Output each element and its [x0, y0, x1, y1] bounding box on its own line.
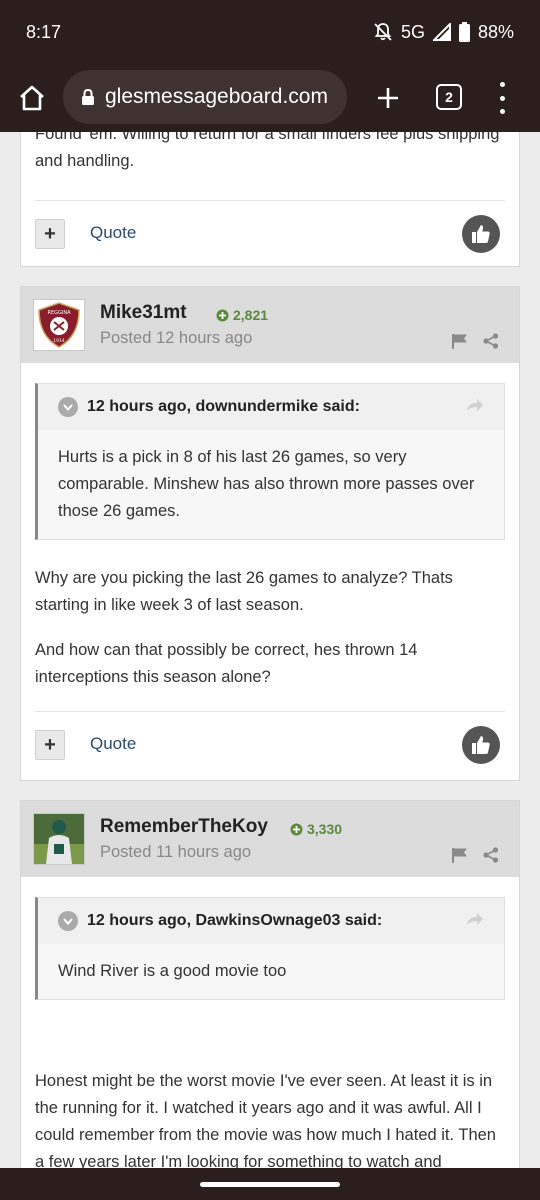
reputation-badge: 3,330	[290, 821, 342, 837]
reputation-count: 3,330	[307, 821, 343, 837]
flag-icon[interactable]	[451, 333, 469, 354]
multiquote-button[interactable]: +	[35, 730, 65, 760]
thumbs-up-icon	[472, 736, 490, 754]
plus-circle-icon	[216, 309, 229, 321]
gesture-handle[interactable]	[200, 1182, 340, 1187]
share-icon[interactable]	[483, 333, 499, 354]
thumbs-up-icon	[472, 225, 490, 243]
post-card: REGGINA 1914 Mike31mt 2,821 Posted 12 ho…	[20, 286, 520, 781]
new-tab-button[interactable]	[368, 78, 408, 118]
avatar-club-text: REGGINA	[47, 310, 71, 316]
menu-dot	[499, 82, 505, 87]
battery-level: 88%	[477, 21, 514, 42]
go-to-quote-icon[interactable]	[466, 912, 484, 931]
quote-link[interactable]: Quote	[90, 223, 136, 243]
menu-dot	[499, 109, 505, 114]
address-bar[interactable]: glesmessageboard.com	[63, 70, 347, 124]
post-timestamp[interactable]: Posted 11 hours ago	[100, 843, 251, 862]
status-bar: 8:17 5G 88%	[0, 0, 540, 64]
author-name[interactable]: RememberTheKoy	[100, 816, 268, 838]
notifications-off-icon	[374, 23, 392, 41]
quote-link[interactable]: Quote	[90, 734, 136, 754]
url-text: glesmessageboard.com	[105, 85, 328, 108]
reputation-count: 2,821	[233, 307, 269, 323]
like-button[interactable]	[462, 726, 500, 764]
browser-toolbar: glesmessageboard.com 2	[0, 64, 540, 132]
system-nav-bar	[0, 1168, 540, 1200]
post-text: Found 'em. Willing to return for a small…	[35, 132, 500, 170]
post-card: Found 'em. Willing to return for a small…	[20, 132, 520, 267]
post-paragraph: Why are you picking the last 26 games to…	[35, 569, 453, 614]
post-paragraph: Honest might be the worst movie I've eve…	[35, 1072, 496, 1168]
battery-icon	[458, 22, 470, 42]
reputation-badge: 2,821	[216, 307, 268, 323]
status-icons: 5G 88%	[373, 22, 514, 43]
status-time: 8:17	[26, 21, 62, 42]
plus-icon	[378, 88, 398, 108]
post-author-bar: REGGINA 1914 Mike31mt 2,821 Posted 12 ho…	[21, 287, 519, 363]
post-author-bar: RememberTheKoy 3,330 Posted 11 hours ago	[21, 801, 519, 877]
signal-icon	[432, 23, 451, 41]
avatar[interactable]: REGGINA 1914	[33, 299, 85, 351]
avatar-year-text: 1914	[53, 338, 65, 344]
quote-header[interactable]: 12 hours ago, DawkinsOwnage03 said:	[38, 898, 504, 944]
quote-attribution: 12 hours ago, downundermike said:	[87, 398, 360, 415]
chevron-down-icon[interactable]	[58, 911, 78, 931]
plus-circle-icon	[290, 823, 303, 835]
go-to-quote-icon[interactable]	[466, 398, 484, 417]
flag-icon[interactable]	[451, 847, 469, 868]
post-footer: + Quote	[35, 200, 505, 269]
quote-attribution: 12 hours ago, DawkinsOwnage03 said:	[87, 912, 383, 929]
page-content: Found 'em. Willing to return for a small…	[0, 132, 540, 1168]
multiquote-button[interactable]: +	[35, 219, 65, 249]
like-button[interactable]	[462, 215, 500, 253]
more-menu-button[interactable]	[492, 82, 512, 114]
tab-switcher-button[interactable]: 2	[436, 84, 462, 110]
home-button[interactable]	[0, 64, 64, 132]
home-icon	[20, 85, 44, 111]
quoted-post: 12 hours ago, downundermike said: Hurts …	[35, 383, 505, 540]
author-name[interactable]: Mike31mt	[100, 302, 187, 324]
quoted-post: 12 hours ago, DawkinsOwnage03 said: Wind…	[35, 897, 505, 1000]
quote-body: Hurts is a pick in 8 of his last 26 game…	[58, 448, 475, 520]
post-timestamp[interactable]: Posted 12 hours ago	[100, 329, 252, 348]
quote-header[interactable]: 12 hours ago, downundermike said:	[38, 384, 504, 430]
post-paragraph: And how can that possibly be correct, he…	[35, 641, 418, 686]
lock-icon	[81, 88, 95, 106]
chevron-down-icon[interactable]	[58, 397, 78, 417]
menu-dot	[499, 95, 505, 101]
post-footer: + Quote	[35, 711, 505, 780]
share-icon[interactable]	[483, 847, 499, 868]
post-card: RememberTheKoy 3,330 Posted 11 hours ago	[20, 800, 520, 1168]
network-type: 5G	[400, 21, 425, 42]
quote-body: Wind River is a good movie too	[58, 962, 287, 980]
avatar[interactable]	[33, 813, 85, 865]
